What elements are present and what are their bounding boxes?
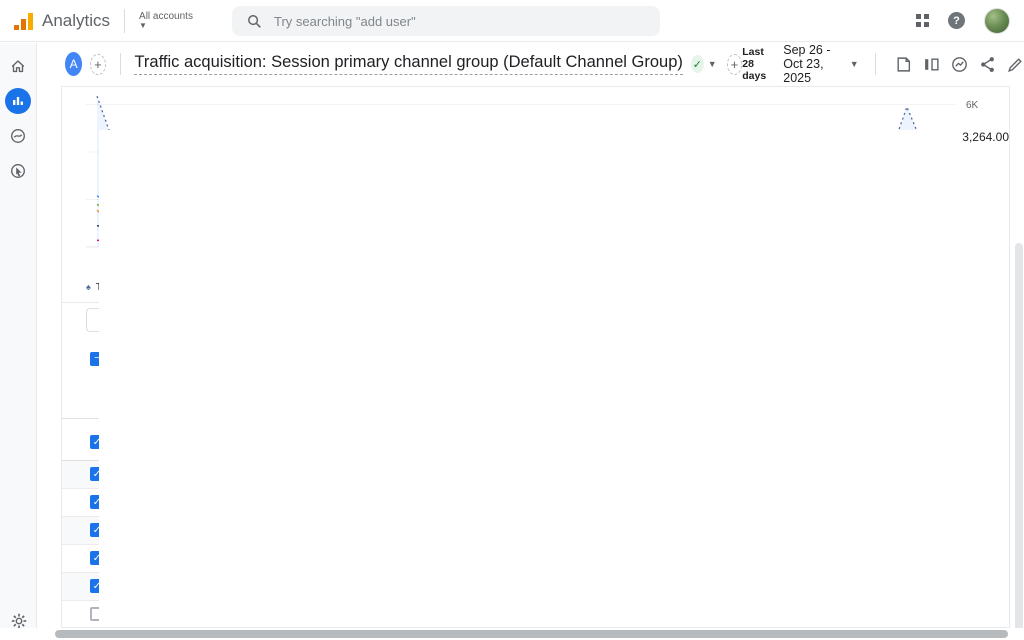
user-avatar[interactable] xyxy=(984,8,1010,34)
horizontal-scrollbar-track[interactable] xyxy=(0,628,1024,640)
edit-icon[interactable] xyxy=(1007,56,1024,73)
report-card: ♠●■◆▼▲27Sep2901Oct0305070911131517192123… xyxy=(61,86,1010,628)
chevron-down-icon: ▼ xyxy=(139,22,193,31)
vertical-scrollbar[interactable] xyxy=(1015,243,1023,640)
global-search-input[interactable]: Try searching "add user" xyxy=(232,6,660,36)
main-content: A + Traffic acquisition: Session primary… xyxy=(37,43,1024,640)
divider xyxy=(124,9,125,33)
saved-check-icon: ✓ xyxy=(691,55,704,73)
apps-grid-icon[interactable] xyxy=(916,14,929,27)
y-axis-tick: 6K xyxy=(966,100,979,111)
help-icon[interactable]: ? xyxy=(948,12,965,29)
share-icon[interactable] xyxy=(979,56,996,73)
chevron-down-icon[interactable]: ▼ xyxy=(708,59,717,69)
add-tab-button[interactable]: + xyxy=(727,54,743,75)
analytics-logo-icon xyxy=(14,12,33,30)
insights-icon[interactable] xyxy=(951,56,968,73)
workspace-avatar[interactable]: A xyxy=(65,52,82,76)
app-bar: Analytics All accounts ▼ Try searching "… xyxy=(0,0,1024,42)
search-icon xyxy=(247,14,262,29)
compare-icon[interactable] xyxy=(923,56,940,73)
nav-explore-icon[interactable] xyxy=(5,123,31,149)
nav-reports-icon[interactable] xyxy=(5,88,31,114)
divider xyxy=(120,53,121,75)
metric-value: 3,264.00 xyxy=(99,130,1009,627)
account-switcher[interactable]: All accounts ▼ xyxy=(139,11,193,31)
product-name: Analytics xyxy=(42,11,110,31)
date-preset-label: Last 28 days xyxy=(742,46,767,82)
chevron-down-icon[interactable]: ▼ xyxy=(850,59,859,69)
left-nav-rail xyxy=(0,43,37,640)
horizontal-scrollbar-thumb[interactable] xyxy=(55,630,1008,638)
nav-home-icon[interactable] xyxy=(5,53,31,79)
nav-advertising-icon[interactable] xyxy=(5,158,31,184)
add-report-button[interactable]: + xyxy=(90,54,106,75)
legend-marker-icon: ♠ xyxy=(86,283,91,292)
report-toolbar: A + Traffic acquisition: Session primary… xyxy=(37,43,1024,85)
notes-icon[interactable] xyxy=(895,56,912,73)
date-range-selector[interactable]: Sep 26 - Oct 23, 2025 xyxy=(783,43,831,85)
table-body: ✓1Direct29,268(35.8%)16,686(38.11%)57.01… xyxy=(62,461,1009,628)
account-switcher-label: All accounts xyxy=(139,11,193,22)
report-title[interactable]: Traffic acquisition: Session primary cha… xyxy=(134,53,682,75)
search-placeholder: Try searching "add user" xyxy=(274,14,416,29)
